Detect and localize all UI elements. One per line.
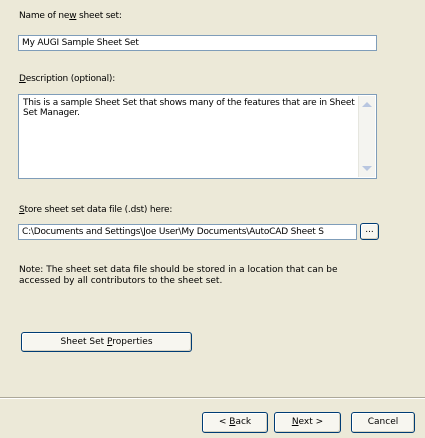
footer-separator [0,397,425,399]
next-button[interactable]: Next > [274,412,341,433]
sheet-set-name-input[interactable]: My AUGI Sample Sheet Set [18,35,377,51]
store-path-input[interactable]: C:\Documents and Settings\Joe User\My Do… [18,224,357,240]
store-location-label: Store sheet set data file (.dst) here: [19,205,173,215]
description-label: Description (optional): [19,74,116,84]
description-text: This is a sample Sheet Set that shows ma… [23,98,355,118]
sheet-set-properties-button[interactable]: Sheet Set Properties [21,332,192,352]
storage-note: Note: The sheet set data file should be … [19,265,338,286]
browse-button[interactable]: ... [360,223,379,240]
cancel-button[interactable]: Cancel [351,412,415,433]
description-textarea[interactable]: This is a sample Sheet Set that shows ma… [18,94,377,179]
description-scrollbar[interactable] [358,96,375,177]
scroll-up-arrow-icon[interactable] [362,102,372,107]
scroll-down-arrow-icon[interactable] [362,166,372,171]
sheet-set-name-label: Name of new sheet set: [19,11,122,21]
back-button[interactable]: < Back [202,412,268,433]
